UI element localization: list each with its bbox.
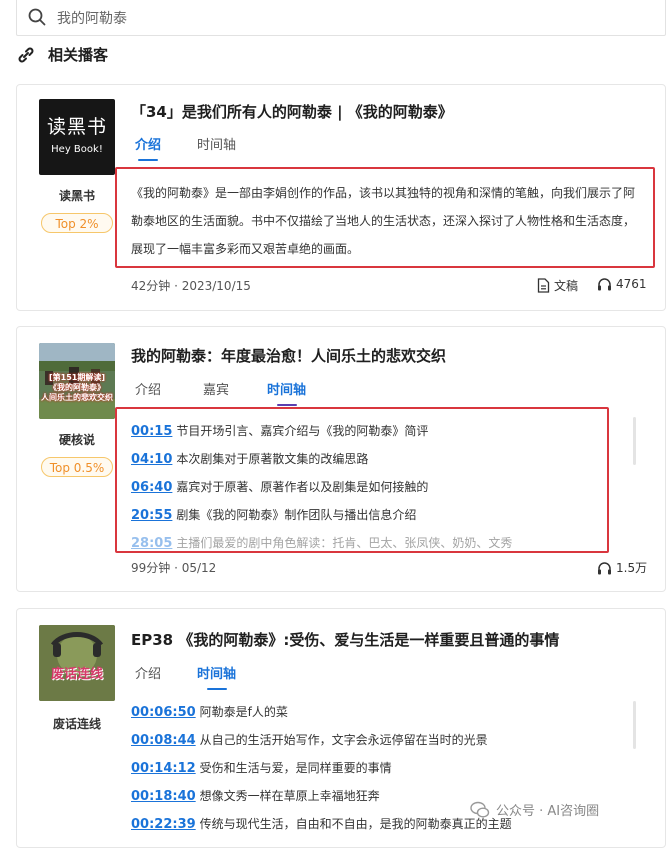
cover-title: 读黑书 (46, 116, 107, 138)
podcast-cover[interactable]: 读黑书 Hey Book! (39, 99, 115, 175)
episode-meta: 42分钟 · 2023/10/15 (131, 279, 251, 293)
timeline-item[interactable]: 00:15 节目开场引言、嘉宾介绍与《我的阿勒泰》简评 (131, 422, 428, 439)
episode-meta: 99分钟 · 05/12 (131, 561, 217, 575)
play-count: 4761 (597, 277, 647, 291)
timeline-item[interactable]: 00:22:39 传统与现代生活，自由和不自由，是我的阿勒泰真正的主题 (131, 815, 512, 832)
watermark: 公众号 · AI咨询圈 (470, 800, 599, 819)
highlight-box: 《我的阿勒泰》是一部由李娟创作的作品，该书以其独特的视角和深情的笔触，向我们展示… (115, 167, 655, 268)
timeline-item[interactable]: 28:05 主播们最爱的剧中角色解读：托肯、巴太、张凤侠、奶奶、文秀 (131, 534, 512, 551)
timeline-item[interactable]: 00:08:44 从自己的生活开始写作，文字会永远停留在当时的光景 (131, 731, 488, 748)
cover-subtitle: Hey Book! (51, 144, 103, 155)
rank-badge: Top 0.5% (41, 457, 113, 477)
tab-intro[interactable]: 介绍 (135, 134, 161, 161)
timeline-item[interactable]: 06:40 嘉宾对于原著、原著作者以及剧集是如何接触的 (131, 478, 428, 495)
rank-badge: Top 2% (41, 213, 113, 233)
podcast-cover[interactable]: 废话连线 (39, 625, 115, 701)
podcast-cover[interactable]: [第151期解读] 《我的阿勒泰》 人间乐土的悲欢交织 (39, 343, 115, 419)
highlight-box: 00:15 节目开场引言、嘉宾介绍与《我的阿勒泰》简评 04:10 本次剧集对于原著… (115, 407, 609, 553)
tab-timeline[interactable]: 时间轴 (197, 134, 236, 153)
tab-timeline[interactable]: 时间轴 (197, 663, 236, 690)
timeline-scrollbar[interactable] (633, 701, 636, 749)
timeline-scrollbar[interactable] (633, 417, 636, 465)
episode-title[interactable]: EP38 《我的阿勒泰》:受伤、爱与生活是一样重要且普通的事情 (131, 629, 559, 650)
tab-guests[interactable]: 嘉宾 (203, 379, 229, 398)
tab-timeline[interactable]: 时间轴 (267, 379, 306, 406)
cover-caption: [第151期解读] 《我的阿勒泰》 人间乐土的悲欢交织 (41, 373, 113, 402)
timeline-item[interactable]: 00:14:12 受伤和生活与爱，是同样重要的事情 (131, 759, 392, 776)
tab-intro[interactable]: 介绍 (135, 379, 161, 398)
podcast-card[interactable]: [第151期解读] 《我的阿勒泰》 人间乐土的悲欢交织 硬核说 Top 0.5%… (16, 326, 666, 592)
episode-title[interactable]: 我的阿勒泰：年度最治愈！人间乐土的悲欢交织 (131, 345, 446, 366)
episode-description: 《我的阿勒泰》是一部由李娟创作的作品，该书以其独特的视角和深情的笔触，向我们展示… (131, 186, 636, 256)
link-icon (18, 47, 34, 63)
timeline-item[interactable]: 04:10 本次剧集对于原著散文集的改编思路 (131, 450, 368, 467)
wechat-icon (470, 801, 490, 818)
document-icon (537, 278, 550, 293)
timeline-item[interactable]: 20:55 剧集《我的阿勒泰》制作团队与播出信息介绍 (131, 506, 416, 523)
podcast-card[interactable]: 读黑书 Hey Book! 读黑书 Top 2% 「34」是我们所有人的阿勒泰 … (16, 84, 666, 311)
podcast-name[interactable]: 废话连线 (17, 715, 137, 732)
headphones-icon (598, 278, 611, 291)
search-icon (28, 8, 46, 26)
episode-title[interactable]: 「34」是我们所有人的阿勒泰 | 《我的阿勒泰》 (131, 101, 453, 122)
timeline-item[interactable]: 00:06:50 阿勒泰是f人的菜 (131, 703, 288, 720)
timeline-item[interactable]: 00:18:40 想像文秀一样在草原上幸福地狂奔 (131, 787, 380, 804)
search-bar[interactable] (16, 0, 666, 36)
cover-caption: 废话连线 (50, 667, 103, 682)
transcript-button[interactable]: 文稿 (537, 277, 578, 294)
tab-intro[interactable]: 介绍 (135, 663, 161, 682)
section-title: 相关播客 (48, 46, 109, 64)
search-input[interactable] (55, 3, 639, 33)
play-count: 1.5万 (597, 559, 647, 576)
headphones-icon (598, 562, 611, 575)
